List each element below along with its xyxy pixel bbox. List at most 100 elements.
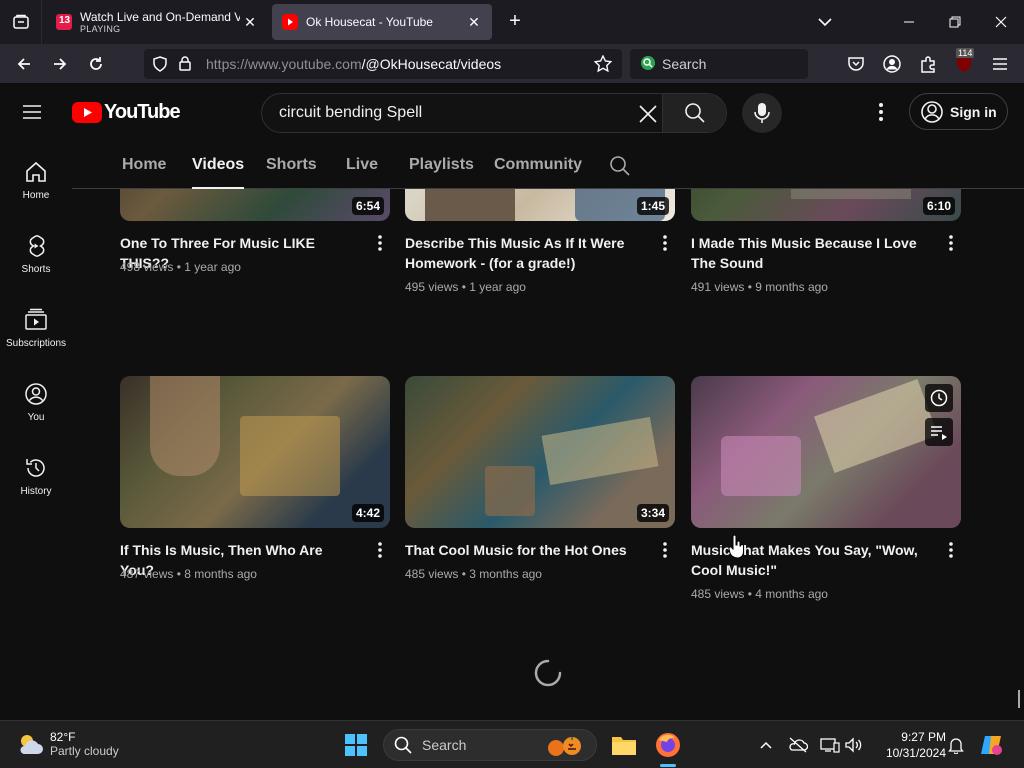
video-menu-icon[interactable]: [655, 538, 675, 562]
video-age: 1 year ago: [469, 280, 526, 294]
list-all-tabs-icon[interactable]: [802, 0, 848, 44]
channel-search-icon[interactable]: [609, 155, 631, 182]
history-icon: [26, 459, 45, 477]
close-tab-icon[interactable]: ✕: [466, 14, 482, 30]
clock-date: 10/31/2024: [885, 746, 946, 760]
sidebar-item-you[interactable]: You: [0, 382, 72, 442]
tab-home[interactable]: Home: [122, 156, 166, 174]
ublock-extension-icon[interactable]: 114: [950, 48, 978, 78]
restore-button[interactable]: [932, 0, 978, 44]
video-meta: 487 views • 8 months ago: [120, 567, 257, 581]
video-title[interactable]: Music That Makes You Say, "Wow, Cool Mus…: [691, 540, 927, 580]
sidebar-item-shorts[interactable]: Shorts: [0, 234, 72, 294]
video-card[interactable]: 6:10 I Made This Music Because I Love Th…: [691, 189, 961, 329]
taskbar-clock[interactable]: 9:27 PM 10/31/2024: [868, 729, 946, 761]
tab-shorts[interactable]: Shorts: [266, 156, 317, 174]
start-windows-icon[interactable]: [340, 729, 372, 761]
address-bar[interactable]: https://www.youtube.com/@OkHousecat/vide…: [144, 49, 622, 79]
video-menu-icon[interactable]: [941, 538, 961, 562]
account-icon[interactable]: [878, 50, 906, 78]
channel-tabs: Home Videos Shorts Live Playlists Commun…: [72, 140, 1024, 189]
bookmark-star-icon[interactable]: [593, 54, 613, 78]
search-query-text[interactable]: circuit bending Spell: [279, 104, 422, 122]
search-button[interactable]: [662, 94, 726, 132]
sidebar-item-history[interactable]: History: [0, 456, 72, 516]
firefox-icon[interactable]: [652, 729, 684, 767]
video-card[interactable]: Music That Makes You Say, "Wow, Cool Mus…: [691, 376, 961, 616]
video-duration: 6:54: [351, 197, 384, 215]
copilot-icon[interactable]: [976, 729, 1008, 761]
pocket-icon[interactable]: [842, 50, 870, 78]
youtube-logo[interactable]: YouTube: [72, 101, 181, 124]
network-icon[interactable]: [820, 735, 840, 755]
weather-widget[interactable]: 82°F Partly cloudy: [16, 730, 119, 758]
forward-arrow-icon[interactable]: [46, 50, 74, 78]
browser-tab-bar: 13 Watch Live and On-Demand Vi PLAYING ✕…: [0, 0, 1024, 44]
more-options-icon[interactable]: [874, 101, 888, 123]
video-views: 485 views: [691, 587, 745, 601]
video-card[interactable]: 3:34 That Cool Music for the Hot Ones 48…: [405, 376, 675, 616]
tab-overview-icon[interactable]: [0, 0, 42, 44]
clear-search-icon[interactable]: [638, 104, 658, 129]
video-menu-icon[interactable]: [655, 231, 675, 255]
scrollbar-thumb[interactable]: [1018, 690, 1020, 708]
close-window-button[interactable]: [978, 0, 1024, 44]
sidebar-item-subscriptions[interactable]: Subscriptions: [0, 308, 72, 368]
video-card[interactable]: 4:42 If This Is Music, Then Who Are You?…: [120, 376, 390, 616]
video-menu-icon[interactable]: [941, 231, 961, 255]
video-thumbnail[interactable]: 6:10: [691, 189, 961, 221]
file-explorer-icon[interactable]: [608, 729, 640, 761]
video-views: 495 views: [405, 280, 459, 294]
video-menu-icon[interactable]: [370, 538, 390, 562]
video-thumbnail[interactable]: 1:45: [405, 189, 675, 221]
tab-live[interactable]: Live: [346, 156, 378, 174]
volume-icon[interactable]: [844, 735, 864, 755]
new-tab-button[interactable]: +: [504, 10, 526, 32]
youtube-search-box[interactable]: circuit bending Spell: [261, 93, 727, 133]
video-views: 491 views: [691, 280, 745, 294]
sign-in-button[interactable]: Sign in: [909, 93, 1008, 130]
hamburger-menu-icon[interactable]: [986, 50, 1014, 78]
onedrive-offline-icon[interactable]: [788, 735, 808, 755]
tab-videos[interactable]: Videos: [192, 156, 245, 189]
browser-tab-youtube[interactable]: Ok Housecat - YouTube ✕: [272, 4, 492, 40]
extensions-puzzle-icon[interactable]: [914, 50, 942, 78]
video-duration: 3:34: [636, 504, 669, 522]
video-menu-icon[interactable]: [370, 231, 390, 255]
browser-tab-watch-live[interactable]: 13 Watch Live and On-Demand Vi PLAYING ✕: [46, 4, 268, 40]
watch-later-button[interactable]: [925, 384, 953, 412]
back-arrow-icon[interactable]: [10, 50, 38, 78]
video-views: 487 views: [120, 567, 174, 581]
sidebar-label: You: [27, 412, 45, 423]
guide-menu-icon[interactable]: [20, 100, 52, 124]
video-card[interactable]: 6:54 One To Three For Music LIKE THIS?? …: [120, 189, 390, 329]
browser-nav-bar: https://www.youtube.com/@OkHousecat/vide…: [0, 44, 1024, 84]
video-thumbnail[interactable]: 6:54: [120, 189, 390, 221]
add-to-queue-button[interactable]: [925, 418, 953, 446]
video-title[interactable]: I Made This Music Because I Love The Sou…: [691, 233, 927, 273]
video-card[interactable]: 1:45 Describe This Music As If It Were H…: [405, 189, 675, 329]
video-title[interactable]: That Cool Music for the Hot Ones: [405, 540, 641, 560]
taskbar-search-box[interactable]: Search: [383, 729, 597, 761]
video-thumbnail[interactable]: [691, 376, 961, 528]
close-tab-icon[interactable]: ✕: [242, 14, 258, 30]
web-search-box[interactable]: Search: [630, 49, 808, 79]
minimize-button[interactable]: [886, 0, 932, 44]
shield-icon[interactable]: [152, 56, 168, 77]
voice-search-button[interactable]: [742, 93, 782, 133]
video-thumbnail[interactable]: 4:42: [120, 376, 390, 528]
show-hidden-icons-icon[interactable]: [756, 735, 776, 755]
tab-community[interactable]: Community: [494, 156, 582, 174]
video-thumbnail[interactable]: 3:34: [405, 376, 675, 528]
reload-icon[interactable]: [82, 50, 110, 78]
video-title[interactable]: Describe This Music As If It Were Homewo…: [405, 233, 641, 273]
lock-icon[interactable]: [178, 55, 192, 76]
notification-bell-icon[interactable]: [946, 735, 966, 755]
weather-temp: 82°F: [50, 730, 76, 744]
web-search-placeholder: Search: [662, 56, 707, 72]
clock-icon: [930, 389, 948, 407]
sign-in-label: Sign in: [950, 103, 997, 120]
url-text: https://www.youtube.com/@OkHousecat/vide…: [206, 56, 501, 72]
sidebar-item-home[interactable]: Home: [0, 160, 72, 220]
tab-playlists[interactable]: Playlists: [409, 156, 474, 174]
